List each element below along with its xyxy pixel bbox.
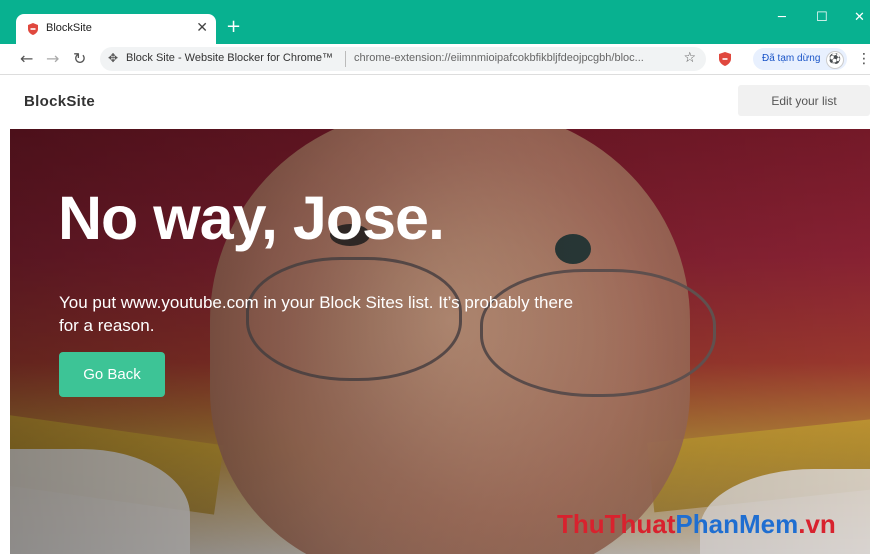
tab-title: BlockSite [46, 22, 92, 34]
blocksite-shield-icon [28, 23, 38, 35]
address-bar[interactable]: ✥ Block Site - Website Blocker for Chrom… [100, 47, 706, 71]
watermark-part: .vn [798, 509, 836, 539]
block-message: You put www.youtube.com in your Block Si… [59, 293, 574, 335]
watermark-part: ThuThuat [557, 509, 676, 539]
back-arrow-icon[interactable]: ← [20, 49, 33, 68]
browser-title-bar: BlockSite ✕ + ─ ☐ ✕ [0, 0, 870, 44]
edit-list-button[interactable]: Edit your list [738, 85, 870, 116]
block-headline: No way, Jose. [58, 184, 445, 252]
blocked-hero: No way, Jose. You put www.youtube.com in… [10, 129, 870, 554]
watermark-part: PhanMem [675, 509, 799, 539]
avatar: ⚽ [826, 51, 844, 69]
profile-paused-button[interactable]: Đã tạm dừng ⚽ [753, 48, 847, 70]
extension-puzzle-icon: ✥ [108, 51, 119, 65]
menu-dots-icon[interactable]: ⋮ [857, 51, 870, 67]
minimize-icon[interactable]: ─ [778, 10, 786, 25]
maximize-icon[interactable]: ☐ [816, 10, 828, 25]
blocksite-logo: BlockSite [24, 93, 96, 110]
page-header: BlockSite Edit your list [10, 75, 870, 129]
go-back-button[interactable]: Go Back [59, 352, 165, 397]
tab-close-icon[interactable]: ✕ [196, 19, 208, 36]
omnibox-page-title: Block Site - Website Blocker for Chrome™ [126, 52, 334, 64]
browser-tab[interactable]: BlockSite ✕ [16, 14, 216, 44]
paused-label: Đã tạm dừng [762, 53, 821, 64]
omnibox-separator [345, 51, 346, 67]
watermark: ThuThuatPhanMem.vn [557, 509, 836, 540]
forward-arrow-icon[interactable]: → [46, 49, 59, 68]
reload-icon[interactable]: ↻ [73, 49, 86, 68]
omnibox-url: chrome-extension://eiimnmioipafcokbfikbl… [354, 52, 644, 64]
star-icon[interactable]: ☆ [683, 50, 696, 66]
new-tab-button[interactable]: + [226, 16, 241, 37]
shield-icon[interactable] [718, 51, 732, 67]
browser-toolbar: ← → ↻ ✥ Block Site - Website Blocker for… [0, 44, 870, 75]
close-window-icon[interactable]: ✕ [854, 10, 865, 25]
